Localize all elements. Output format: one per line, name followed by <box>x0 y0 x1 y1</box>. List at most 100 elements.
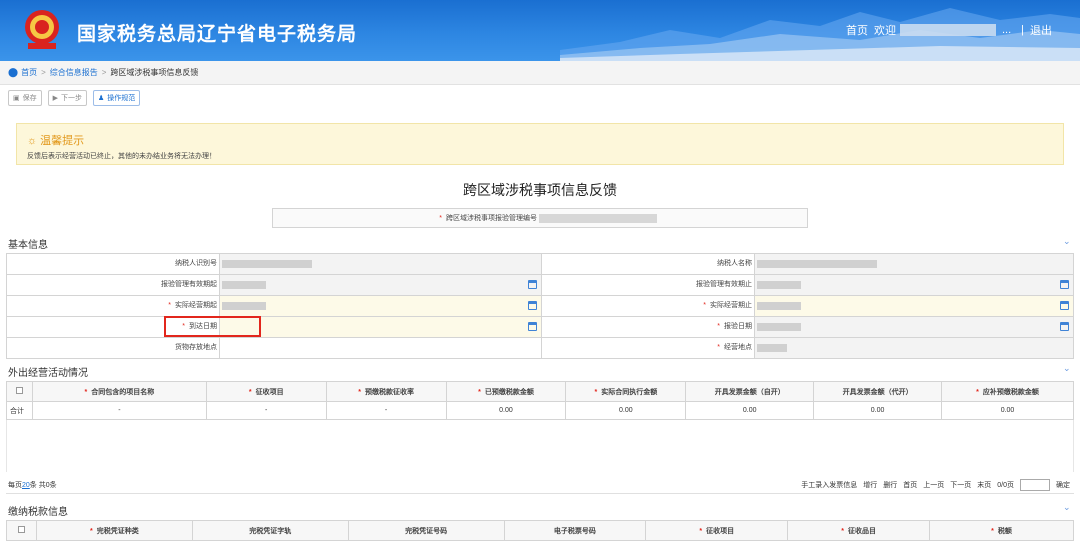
save-button-label: 保存 <box>22 95 37 102</box>
goods-location-label: 货物存放地点 <box>6 338 219 358</box>
payment-table: * 完税凭证种类 完税凭证字轨 完税凭证号码 电子税票号码 * 征收项目 * 征收品目… <box>6 520 1074 541</box>
col-header: * 合同包含的项目名称 <box>31 381 207 402</box>
activity-empty-area <box>6 420 1074 472</box>
col-header: * 征收品目 <box>787 520 931 541</box>
table-cell: 0.00 <box>565 401 687 420</box>
arrival-date-input[interactable] <box>219 317 541 337</box>
location-pin-icon: ⬤ <box>8 67 19 77</box>
manual-invoice-link[interactable]: 手工录入发票信息 <box>801 480 857 490</box>
table-cell: - <box>325 401 447 420</box>
calendar-icon[interactable] <box>528 301 537 310</box>
save-icon: ▣ <box>13 95 20 102</box>
prev-page-link[interactable]: 上一页 <box>923 480 944 490</box>
add-row-link[interactable]: 增行 <box>863 480 877 490</box>
logout-link[interactable]: 退出 <box>1030 22 1052 38</box>
page-info: 0/0页 <box>997 481 1014 489</box>
goods-location-input[interactable] <box>219 338 541 358</box>
payment-info-title: 缴纳税款信息 <box>8 507 68 518</box>
table-cell: 0.00 <box>445 401 567 420</box>
confirm-page-button[interactable]: 确定 <box>1056 480 1070 490</box>
toolbar: ▣ 保存 ▶ 下一步 ♟ 操作规范 <box>8 90 141 106</box>
col-header: * 实际合同执行金额 <box>565 381 687 402</box>
actual-end-input[interactable] <box>754 296 1074 316</box>
header-nav: 首页 欢迎 ... | 退出 <box>846 22 1052 38</box>
operation-guide-button[interactable]: ♟ 操作规范 <box>93 90 141 106</box>
col-header: 开具发票金额（自开） <box>685 381 815 402</box>
col-header: 完税凭证字轨 <box>191 520 349 541</box>
taxpayer-name-field <box>754 254 1074 274</box>
page-size: 每页20条 共0条 <box>8 481 57 489</box>
calendar-icon[interactable] <box>1060 301 1069 310</box>
calendar-icon[interactable] <box>1060 280 1069 289</box>
select-all-cell[interactable] <box>6 381 33 402</box>
valid-end-label: 报验管理有效期止 <box>541 275 754 295</box>
pager-controls: 手工录入发票信息 增行 删行 首页 上一页 下一页 末页 0/0页 确定 <box>801 478 1074 491</box>
payment-header-row: * 完税凭证种类 完税凭证字轨 完税凭证号码 电子税票号码 * 征收项目 * 征收品目… <box>6 520 1074 541</box>
table-cell: 0.00 <box>685 401 815 420</box>
ref-number-field: * 跨区域涉税事项报验管理编号 <box>272 208 808 228</box>
next-page-link[interactable]: 下一页 <box>950 480 971 490</box>
save-button[interactable]: ▣ 保存 <box>8 90 42 106</box>
valid-start-field <box>219 275 541 295</box>
page-size-link[interactable]: 20 <box>22 482 30 489</box>
report-date-label: * 报验日期 <box>541 317 754 337</box>
col-header: * 征收项目 <box>205 381 327 402</box>
tip-text: 反馈后表示经营活动已终止，其他的未办结业务将无法办理！ <box>27 153 216 160</box>
col-header: 电子税票号码 <box>503 520 647 541</box>
collapse-basic-chevron-icon[interactable]: ⌄ <box>1063 236 1071 247</box>
app-header: 国家税务总局辽宁省电子税务局 首页 欢迎 ... | 退出 <box>0 0 1080 61</box>
arrival-date-highlight <box>164 316 261 337</box>
col-header: * 完税凭证种类 <box>35 520 193 541</box>
nav-home-link[interactable]: 首页 <box>846 22 868 38</box>
basic-row: 报验管理有效期起 报验管理有效期止 <box>6 275 1074 296</box>
tip-title-text: 温馨提示 <box>40 135 85 147</box>
next-step-button[interactable]: ▶ 下一步 <box>47 90 88 106</box>
last-page-link[interactable]: 末页 <box>977 480 991 490</box>
nav-separator: | <box>1021 24 1025 36</box>
play-icon: ▶ <box>52 95 59 102</box>
nav-ellipsis: ... <box>1002 24 1012 36</box>
checkbox[interactable] <box>15 387 23 394</box>
calendar-icon[interactable] <box>1060 322 1069 331</box>
page-number-input[interactable] <box>1020 478 1050 491</box>
ref-number-label: * 跨区域涉税事项报验管理编号 <box>439 215 537 222</box>
valid-end-field <box>754 275 1074 295</box>
breadcrumb-report[interactable]: 综合信息报告 <box>50 67 98 78</box>
tax-emblem-logo <box>25 10 59 49</box>
checkbox[interactable] <box>17 526 25 533</box>
col-header: 开具发票金额（代开） <box>813 381 943 402</box>
table-cell: 0.00 <box>813 401 943 420</box>
table-cell: - <box>205 401 327 420</box>
basic-row: * 实际经营期起 * 实际经营期止 <box>6 296 1074 317</box>
nav-welcome: 欢迎 <box>874 25 896 37</box>
calendar-icon[interactable] <box>528 280 537 289</box>
select-all-cell[interactable] <box>6 520 37 541</box>
collapse-payment-chevron-icon[interactable]: ⌄ <box>1063 502 1071 513</box>
warm-tip-panel: ☼ 温馨提示 反馈后表示经营活动已终止，其他的未办结业务将无法办理！ <box>16 123 1064 165</box>
next-step-label: 下一步 <box>61 95 83 102</box>
ref-number-value-redacted <box>539 213 657 223</box>
first-page-link[interactable]: 首页 <box>903 480 917 490</box>
pager: 每页20条 共0条 手工录入发票信息 增行 删行 首页 上一页 下一页 末页 0… <box>6 476 1074 494</box>
breadcrumb-current: 跨区域涉税事项信息反馈 <box>110 68 199 77</box>
breadcrumb-separator: > <box>101 68 107 77</box>
breadcrumb-home[interactable]: 首页 <box>21 67 37 78</box>
collapse-activity-chevron-icon[interactable]: ⌄ <box>1063 363 1071 374</box>
operation-guide-label: 操作规范 <box>107 95 136 102</box>
actual-start-input[interactable] <box>219 296 541 316</box>
taxpayer-id-field <box>219 254 541 274</box>
delete-row-link[interactable]: 删行 <box>883 480 897 490</box>
actual-end-label: * 实际经营期止 <box>541 296 754 316</box>
basic-info-grid: 纳税人识别号 纳税人名称 报验管理有效期起 报验管理有效期止 * 实际经营期起 *… <box>6 253 1074 359</box>
breadcrumb-separator: > <box>41 68 46 77</box>
calendar-icon[interactable] <box>528 322 537 331</box>
actual-start-label: * 实际经营期起 <box>6 296 219 316</box>
taxpayer-id-label: 纳税人识别号 <box>6 254 219 274</box>
header-title: 国家税务总局辽宁省电子税务局 <box>77 24 358 45</box>
basic-info-title: 基本信息 <box>8 240 48 251</box>
activity-header-row: * 合同包含的项目名称 * 征收项目 * 预缴税款征收率 * 已预缴税款金额 * 实际合同… <box>6 381 1074 402</box>
col-header: * 预缴税款征收率 <box>325 381 447 402</box>
table-cell: - <box>31 401 207 420</box>
total-row: 合计 - - - 0.00 0.00 0.00 0.00 0.00 <box>6 401 1074 420</box>
lightbulb-icon: ☼ <box>27 135 38 147</box>
